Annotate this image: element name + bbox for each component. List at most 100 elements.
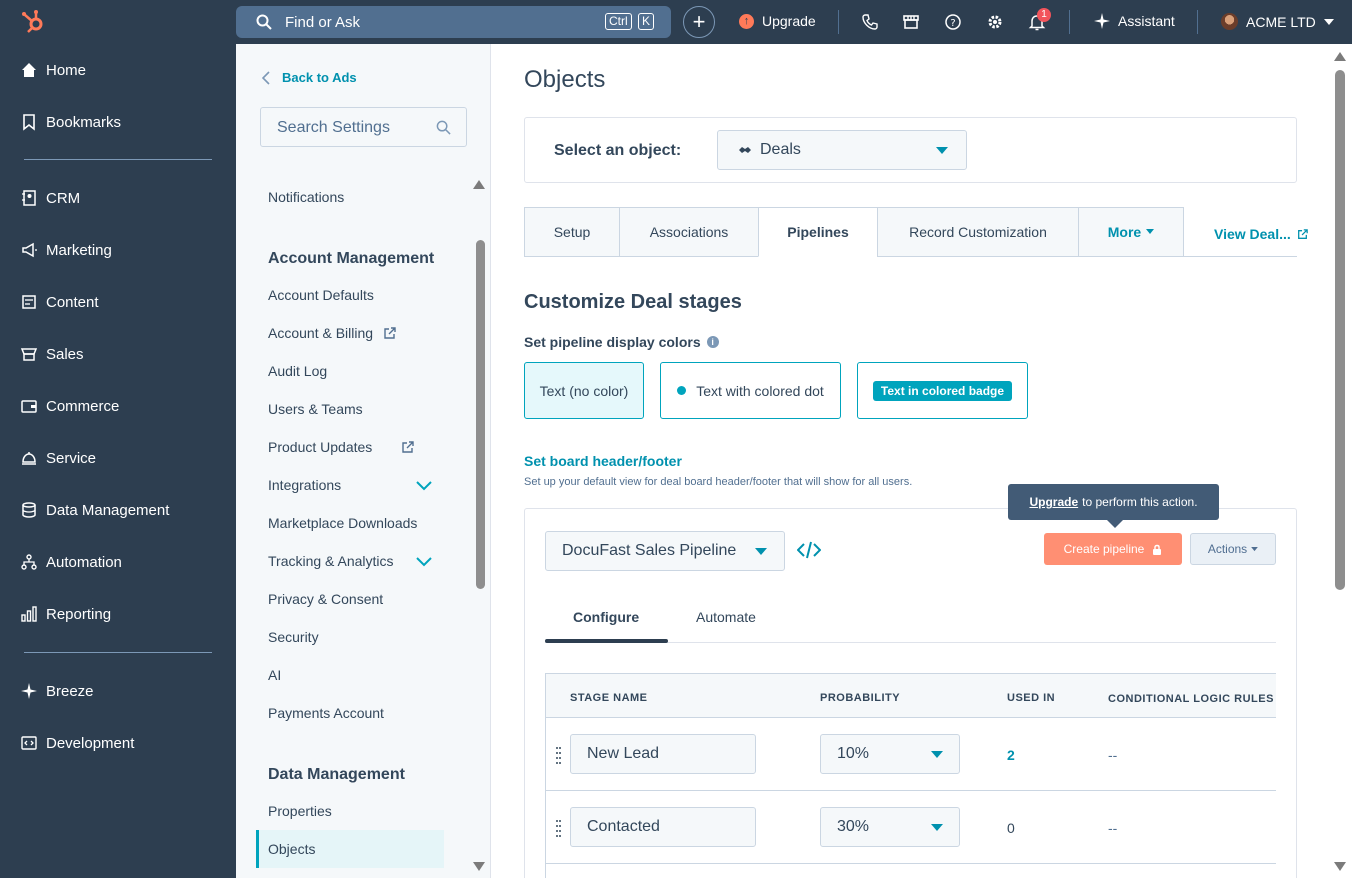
tab-setup[interactable]: Setup xyxy=(524,207,620,257)
embed-code-icon[interactable] xyxy=(797,541,821,559)
settings-item-integrations[interactable]: Integrations xyxy=(268,477,341,493)
nav-item-breeze[interactable]: Breeze xyxy=(20,680,94,702)
settings-item-product-updates[interactable]: Product Updates xyxy=(268,439,414,455)
nav-label: Bookmarks xyxy=(46,113,122,131)
actions-dropdown-button[interactable]: Actions xyxy=(1190,533,1276,565)
external-link-icon xyxy=(1297,228,1308,239)
nav-item-content[interactable]: Content xyxy=(20,291,99,313)
back-link[interactable]: Back to Ads xyxy=(262,70,357,85)
nav-item-development[interactable]: Development xyxy=(20,732,134,754)
stage-name-input[interactable]: Contacted xyxy=(570,807,756,847)
phone-icon[interactable] xyxy=(861,13,879,31)
upgrade-button[interactable]: ↑ Upgrade xyxy=(739,13,816,29)
settings-item-security[interactable]: Security xyxy=(268,629,319,645)
crm-contacts-icon xyxy=(22,190,36,206)
column-header-probability[interactable]: PROBABILITY xyxy=(820,692,900,704)
nav-item-data-management[interactable]: Data Management xyxy=(20,499,169,521)
used-in-value: 0 xyxy=(1007,820,1015,836)
settings-item-tracking-analytics[interactable]: Tracking & Analytics xyxy=(268,553,394,569)
help-icon[interactable]: ? xyxy=(944,13,962,31)
object-selector-card: Select an object: Deals xyxy=(524,117,1297,183)
tab-record-customization[interactable]: Record Customization xyxy=(877,207,1079,257)
global-search-bar[interactable]: Find or Ask Ctrl K xyxy=(236,6,671,38)
settings-item-payments-account[interactable]: Payments Account xyxy=(268,705,384,721)
color-option-label: Text (no color) xyxy=(539,382,629,399)
account-menu[interactable]: ACME LTD xyxy=(1221,13,1334,30)
settings-item-privacy-consent[interactable]: Privacy & Consent xyxy=(268,591,383,607)
stage-name-input[interactable]: New Lead xyxy=(570,734,756,774)
settings-item-ai[interactable]: AI xyxy=(268,667,281,683)
search-icon xyxy=(436,120,451,135)
settings-gear-icon[interactable] xyxy=(986,13,1004,31)
create-pipeline-button[interactable]: Create pipeline xyxy=(1044,533,1182,565)
drag-handle-icon[interactable] xyxy=(556,746,561,766)
board-header-footer-link[interactable]: Set board header/footer xyxy=(524,453,682,469)
settings-item-objects-active[interactable]: Objects xyxy=(256,830,444,868)
nav-item-bookmarks[interactable]: Bookmarks xyxy=(20,111,121,133)
column-header-conditional-logic[interactable]: CONDITIONAL LOGIC RULES xyxy=(1108,693,1274,705)
selected-pipeline: DocuFast Sales Pipeline xyxy=(562,542,737,559)
column-header-stage-name[interactable]: STAGE NAME xyxy=(570,692,648,704)
scroll-up-arrow-icon[interactable] xyxy=(473,180,485,189)
drag-handle-icon[interactable] xyxy=(556,819,561,839)
info-icon[interactable]: i xyxy=(706,336,719,348)
settings-item-audit-log[interactable]: Audit Log xyxy=(268,363,327,379)
probability-select[interactable]: 30% xyxy=(820,807,960,847)
nav-item-sales[interactable]: Sales xyxy=(20,343,84,365)
create-new-button[interactable]: + xyxy=(683,6,715,38)
notification-count-badge: 1 xyxy=(1037,8,1051,22)
pipeline-sub-tabs: Configure Automate xyxy=(545,597,1276,643)
hubspot-logo-icon[interactable] xyxy=(20,9,46,35)
tab-configure[interactable]: Configure xyxy=(573,609,639,625)
column-header-used-in[interactable]: USED IN xyxy=(1007,692,1055,704)
tab-associations[interactable]: Associations xyxy=(619,207,759,257)
nav-divider xyxy=(24,652,212,653)
settings-item-account-billing[interactable]: Account & Billing xyxy=(268,325,396,341)
marketplace-icon[interactable] xyxy=(902,13,920,31)
content-icon xyxy=(22,295,36,309)
settings-item-marketplace-downloads[interactable]: Marketplace Downloads xyxy=(268,515,417,531)
settings-item-account-defaults[interactable]: Account Defaults xyxy=(268,287,374,303)
nav-label: Service xyxy=(46,449,97,467)
nav-item-crm[interactable]: CRM xyxy=(20,187,80,209)
tab-automate[interactable]: Automate xyxy=(696,609,756,625)
nav-item-marketing[interactable]: Marketing xyxy=(20,239,112,261)
assistant-button[interactable]: Assistant xyxy=(1094,13,1175,29)
color-option-colored-badge[interactable]: Text in colored badge xyxy=(857,362,1028,419)
tooltip-upgrade-link[interactable]: Upgrade xyxy=(1029,495,1078,509)
nav-item-automation[interactable]: Automation xyxy=(20,551,122,573)
tab-more[interactable]: More xyxy=(1078,207,1184,257)
service-bell-icon xyxy=(22,452,36,465)
shortcut-k-key: K xyxy=(638,13,655,30)
view-deal-link[interactable]: View Deal... xyxy=(1214,226,1308,242)
probability-select[interactable]: 10% xyxy=(820,734,960,774)
chevron-down-icon[interactable] xyxy=(416,557,432,567)
object-select-dropdown[interactable]: Deals xyxy=(717,130,967,170)
caret-down-icon xyxy=(931,751,943,758)
settings-item-properties[interactable]: Properties xyxy=(268,803,332,819)
nav-item-service[interactable]: Service xyxy=(20,447,96,469)
search-icon xyxy=(256,14,272,30)
nav-item-commerce[interactable]: Commerce xyxy=(20,395,119,417)
chevron-down-icon[interactable] xyxy=(416,481,432,491)
nav-item-reporting[interactable]: Reporting xyxy=(20,603,111,625)
pipeline-select-dropdown[interactable]: DocuFast Sales Pipeline xyxy=(545,531,785,571)
create-pipeline-label: Create pipeline xyxy=(1063,542,1145,556)
scroll-down-arrow-icon[interactable] xyxy=(473,862,485,871)
color-option-no-color[interactable]: Text (no color) xyxy=(524,362,644,419)
main-scrollbar-thumb[interactable] xyxy=(1335,70,1345,590)
settings-item-notifications[interactable]: Notifications xyxy=(268,189,344,205)
scroll-down-arrow-icon[interactable] xyxy=(1334,862,1346,871)
settings-search-input[interactable]: Search Settings xyxy=(260,107,467,147)
used-in-link[interactable]: 2 xyxy=(1007,747,1015,763)
main-content: Objects Select an object: Deals Setup As… xyxy=(491,44,1352,878)
settings-scrollbar-thumb[interactable] xyxy=(476,240,485,589)
settings-item-users-teams[interactable]: Users & Teams xyxy=(268,401,363,417)
colored-dot-icon xyxy=(677,386,687,395)
tab-pipelines[interactable]: Pipelines xyxy=(758,207,878,257)
nav-item-home[interactable]: Home xyxy=(20,59,86,81)
color-option-colored-dot[interactable]: Text with colored dot xyxy=(660,362,841,419)
probability-value: 30% xyxy=(837,818,870,835)
account-name: ACME LTD xyxy=(1246,13,1316,30)
scroll-up-arrow-icon[interactable] xyxy=(1334,52,1346,61)
